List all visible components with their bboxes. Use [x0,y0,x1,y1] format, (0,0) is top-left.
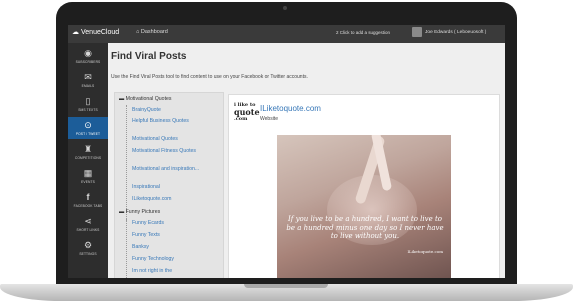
source-link[interactable]: ILiketoquote.com [260,104,321,113]
sidebar-item-label: COMPETITIONS [74,156,102,160]
list-item[interactable]: Funny Texts [132,232,220,239]
post-icon: ⊙ [84,120,92,130]
sidebar-item-facebook-tabs[interactable]: f FACEBOOK TABS [68,189,108,211]
facebook-icon: f [86,192,90,202]
list-item[interactable]: ILiketoquote.com [132,196,220,203]
list-item[interactable]: Motivational and inspiration... [132,166,220,173]
suggestion-text: Click to add a suggestion [339,30,391,35]
sidebar-item-post-tweet[interactable]: ⊙ POST / TWEET [68,117,108,139]
camera-dot [283,6,287,10]
laptop-notch [244,284,328,288]
category-tree: ▬ Motivational Quotes BrainyQuote Helpfu… [114,92,224,278]
sidebar-item-competitions[interactable]: ♜ COMPETITIONS [68,141,108,163]
list-item[interactable]: Motivational Fitness Quotes [132,148,220,155]
list-item[interactable]: BrainyQuote [132,107,220,114]
sidebar-item-label: EMAILS [81,84,95,88]
category-funny[interactable]: ▬ Funny Pictures [119,209,160,215]
folder-open-icon: ▬ [119,96,125,102]
sidebar-item-label: SMS TEXTS [78,108,98,112]
share-icon: ⋖ [84,216,92,226]
list-item[interactable]: Funny Technology [132,256,220,263]
sidebar-item-short-links[interactable]: ⋖ SHORT LINKS [68,213,108,235]
quote-credit: ILiketoquote.com [407,249,443,254]
source-logo: i like to quote .com [234,102,260,122]
app-logo[interactable]: ☁ VenueCloud [72,28,119,36]
app-name: VenueCloud [81,29,120,36]
category-motivational[interactable]: ▬ Motivational Quotes [119,96,172,102]
folder-open-icon: ▬ [119,209,125,215]
sidebar-item-label: EVENTS [81,180,95,184]
quote-text: If you live to be a hundred, I want to l… [286,215,444,240]
suggestion-link[interactable]: 2 Click to add a suggestion [336,30,390,35]
phone-icon: ▯ [85,96,91,106]
source-type: Website [260,116,278,122]
page-title: Find Viral Posts [111,51,187,62]
page-description: Use the Find Viral Posts tool to find co… [111,74,308,80]
sidebar-item-sms[interactable]: ▯ SMS TEXTS [68,93,108,115]
dashboard-link[interactable]: ⌂ Dashboard [136,29,168,35]
avatar [412,27,422,37]
list-item[interactable]: Banksy [132,244,220,251]
list-item[interactable]: Helpful Business Quotes [132,118,220,125]
tree-line [126,105,128,221]
trophy-icon: ♜ [83,144,93,154]
list-item[interactable]: Motivational Quotes [132,136,220,143]
sidebar: ◉ SUBSCRIBERS ✉ EMAILS ▯ SMS TEXTS ⊙ POS… [68,43,108,278]
user-name: Joe Edwards ( Leboeuosoft ) [425,29,487,35]
calendar-icon: ▦ [83,168,93,178]
suggestion-count: 2 [336,30,339,35]
globe-icon: ◉ [84,48,92,58]
sidebar-item-subscribers[interactable]: ◉ SUBSCRIBERS [68,45,108,67]
sidebar-item-emails[interactable]: ✉ EMAILS [68,69,108,91]
category-label: Funny Pictures [125,209,161,215]
user-menu[interactable]: Joe Edwards ( Leboeuosoft ) [412,27,486,37]
home-icon: ⌂ [136,29,140,35]
sidebar-item-events[interactable]: ▦ EVENTS [68,165,108,187]
main-content: Find Viral Posts Use the Find Viral Post… [108,43,505,278]
sidebar-item-label: SUBSCRIBERS [75,60,101,64]
screen: ☁ VenueCloud ⌂ Dashboard 2 Click to add a… [68,25,505,278]
post-card: i like to quote .com ILiketoquote.com Webs… [228,94,500,278]
tree-line [126,218,128,278]
email-icon: ✉ [84,72,92,82]
cloud-icon: ☁ [72,29,79,36]
category-label: Motivational Quotes [125,96,172,102]
list-item[interactable]: Im not right in the [132,268,220,275]
dashboard-label: Dashboard [140,29,168,35]
post-image[interactable]: If you live to be a hundred, I want to l… [277,135,451,278]
list-item[interactable]: Inspirational [132,184,220,191]
list-item[interactable]: Funny Ecards [132,220,220,227]
gear-icon: ⚙ [83,240,93,250]
top-bar: ☁ VenueCloud ⌂ Dashboard 2 Click to add a… [68,25,505,43]
sidebar-item-label: FACEBOOK TABS [73,204,103,208]
sidebar-item-label: SETTINGS [79,252,97,256]
sidebar-item-label: SHORT LINKS [76,228,100,232]
sidebar-item-label: POST / TWEET [75,132,101,136]
sidebar-item-settings[interactable]: ⚙ SETTINGS [68,237,108,259]
